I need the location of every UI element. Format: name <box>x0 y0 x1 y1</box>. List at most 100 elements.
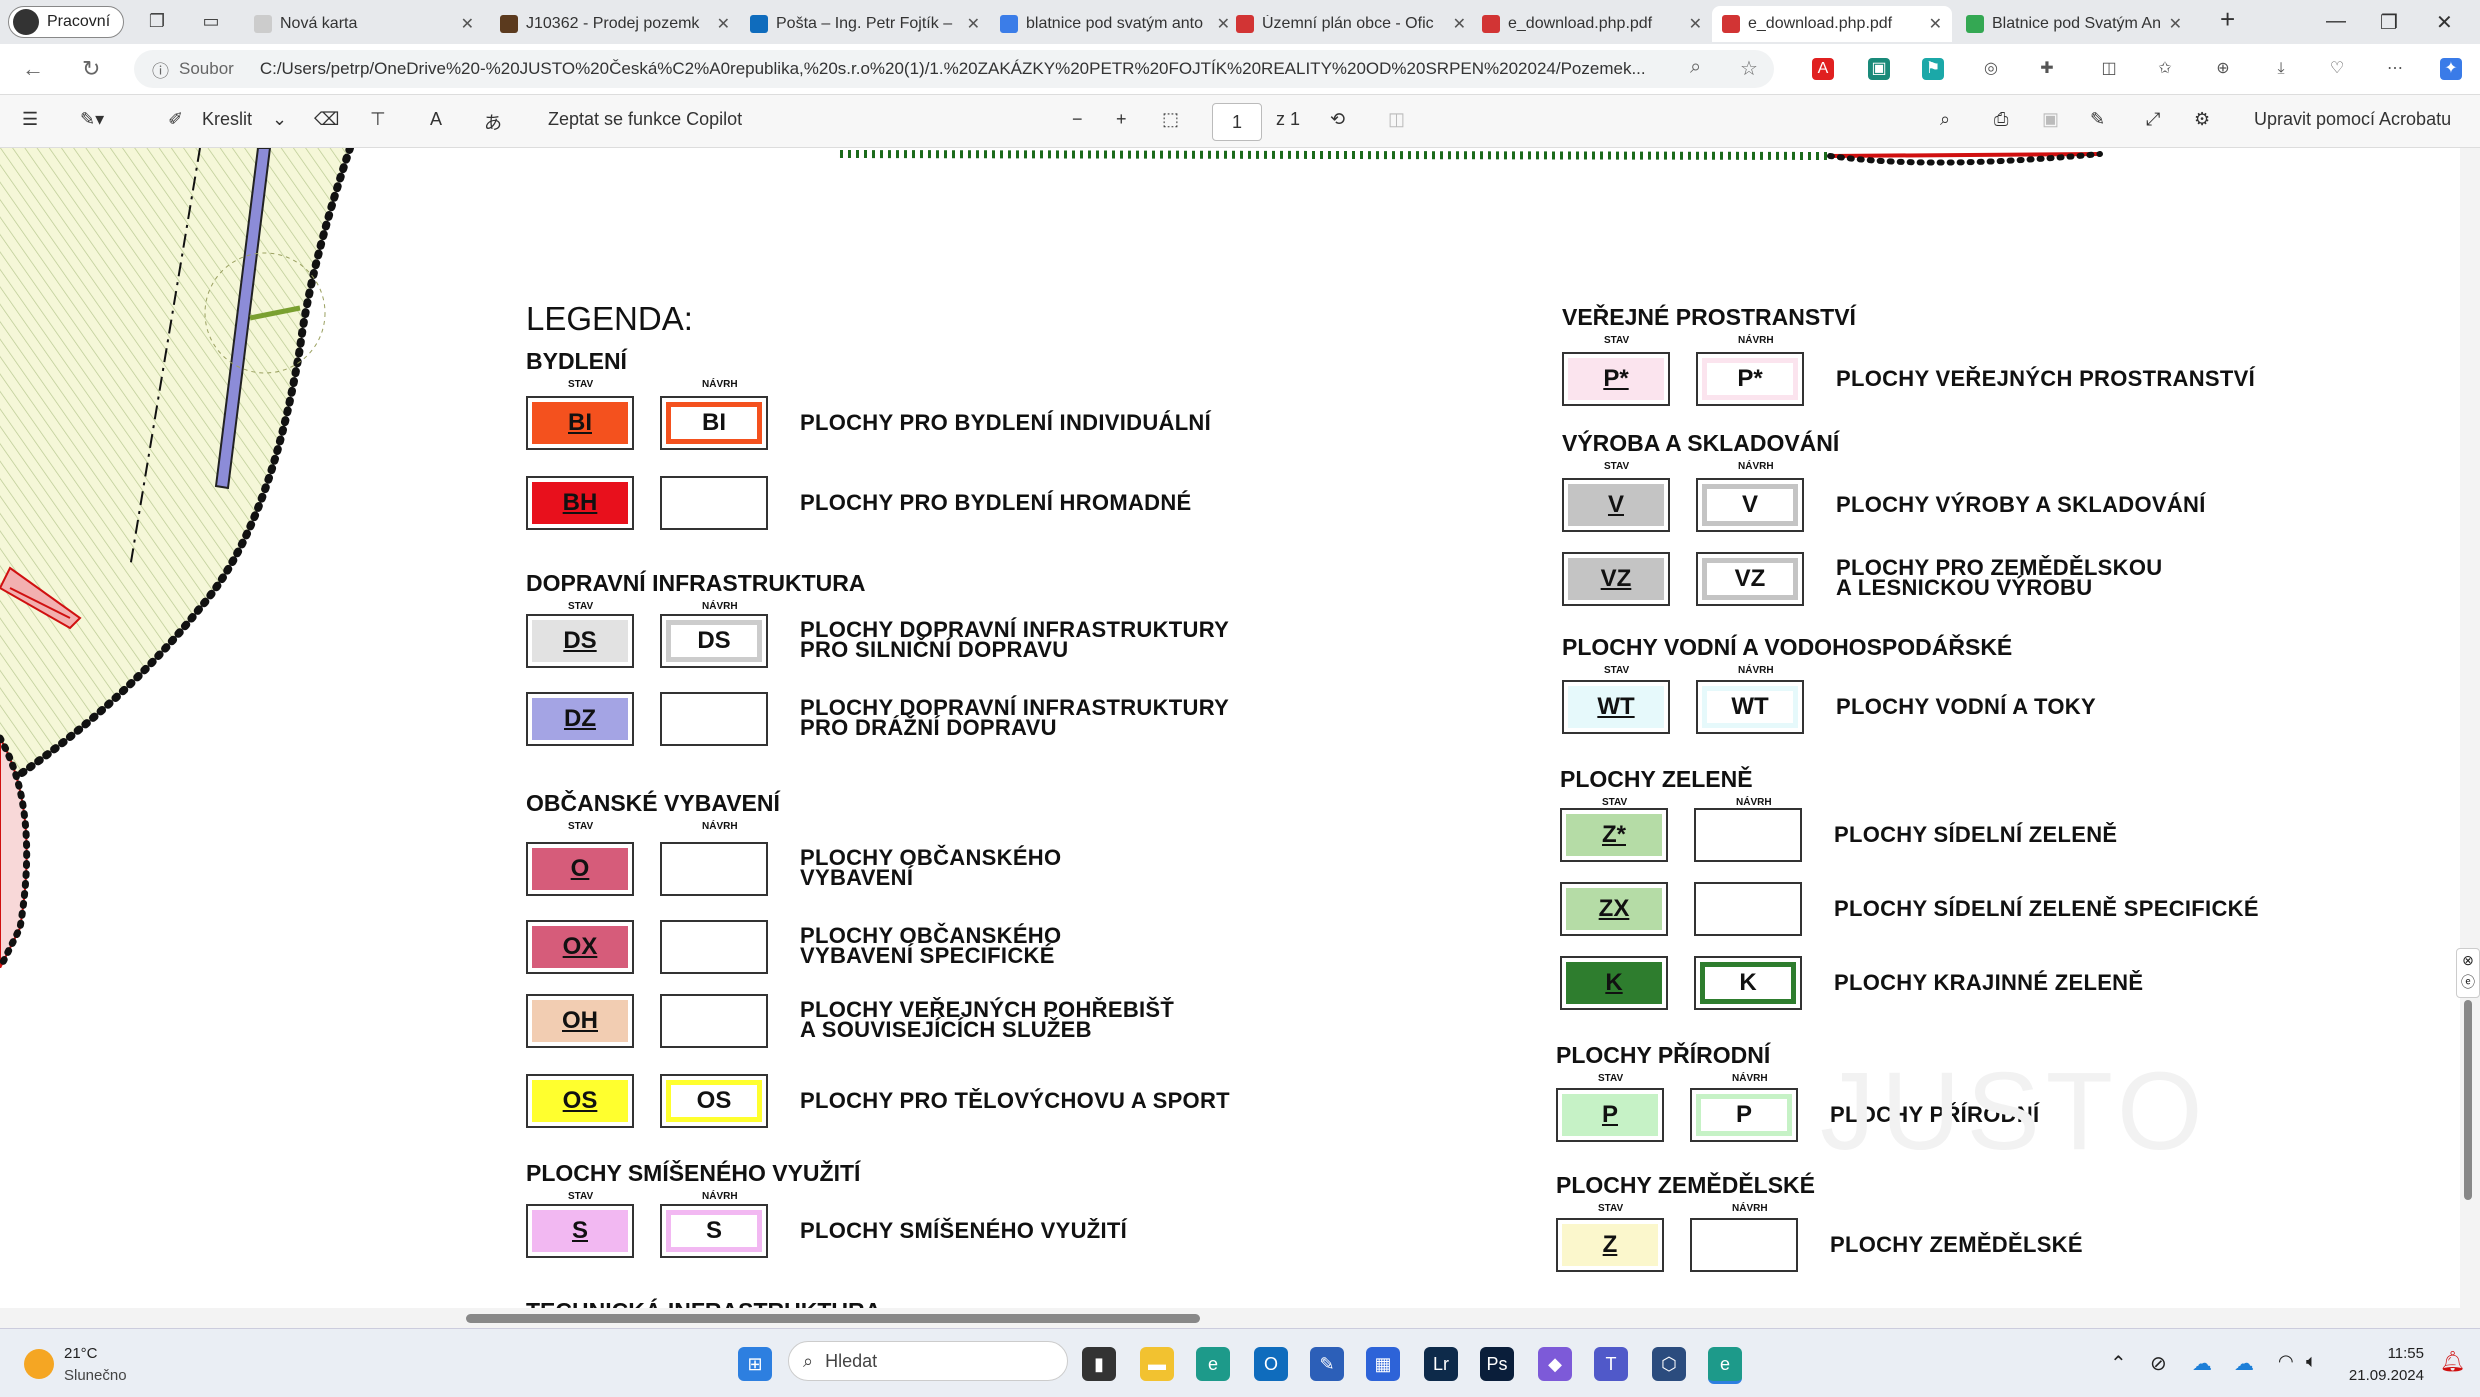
wifi-icon[interactable]: ◠ <box>2278 1351 2294 1372</box>
tab-favicon-icon <box>1000 15 1018 33</box>
read-aloud-icon[interactable]: A <box>430 109 442 130</box>
volume-icon[interactable]: 🔈︎ <box>2306 1351 2317 1372</box>
close-tab-icon[interactable]: ✕ <box>1689 14 1702 34</box>
back-icon[interactable]: ← <box>22 56 44 82</box>
address-input[interactable]: ⓘ Soubor C:/Users/petrp/OneDrive%20-%20J… <box>134 50 1774 88</box>
show-hidden-icons-icon[interactable]: ⌃ <box>2110 1351 2127 1376</box>
onedrive-icon[interactable]: ☁ <box>2192 1351 2212 1376</box>
restore-icon[interactable]: ❐ <box>2380 10 2398 35</box>
page-view-icon[interactable]: ◫ <box>1388 109 1405 130</box>
split-screen-icon[interactable]: ◫ <box>2098 58 2120 80</box>
chevron-down-icon[interactable]: ⌄ <box>272 109 287 130</box>
copilot-ask-button[interactable]: Zeptat se funkce Copilot <box>548 109 742 130</box>
app-tray-icon[interactable]: ⊘ <box>2150 1351 2167 1376</box>
teams-icon[interactable]: T <box>1594 1347 1628 1381</box>
extension-icon[interactable]: ▣ <box>1868 58 1890 80</box>
app-icon[interactable]: ⬡ <box>1652 1347 1686 1381</box>
browser-tab[interactable]: Nová karta ✕ <box>244 6 484 42</box>
browser-essentials-icon[interactable]: ♡ <box>2326 58 2348 80</box>
browser-tab[interactable]: blatnice pod svatým anto ✕ <box>990 6 1240 42</box>
weather-sun-icon[interactable] <box>24 1349 54 1379</box>
photoshop-icon[interactable]: Ps <box>1480 1347 1514 1381</box>
favorite-star-icon[interactable]: ☆ <box>1740 56 1758 81</box>
weather-desc[interactable]: Slunečno <box>64 1367 127 1384</box>
task-view-icon[interactable]: ▮ <box>1082 1347 1116 1381</box>
info-icon[interactable]: ⓘ <box>152 57 169 82</box>
eraser-icon[interactable]: ⌫ <box>314 109 339 130</box>
copilot-app-icon[interactable]: ◆ <box>1538 1347 1572 1381</box>
browser-tab[interactable]: e_download.php.pdf ✕ <box>1472 6 1712 42</box>
fit-page-icon[interactable]: ⬚ <box>1162 109 1179 130</box>
close-tab-icon[interactable]: ✕ <box>1929 14 1942 34</box>
swatch-code: S <box>705 1217 722 1244</box>
fullscreen-icon[interactable]: ⤢ <box>2146 109 2160 130</box>
onedrive-icon[interactable]: ☁ <box>2234 1351 2254 1376</box>
settings-gear-icon[interactable]: ⚙ <box>2194 109 2210 130</box>
label-line: VYBAVENÍ SPECIFICKÉ <box>800 943 1055 968</box>
draw-button[interactable]: Kreslit <box>202 109 252 130</box>
more-menu-icon[interactable]: ⋯ <box>2384 58 2406 80</box>
browser-tab[interactable]: Pošta – Ing. Petr Fojtík – ✕ <box>740 6 990 42</box>
close-window-icon[interactable]: ✕ <box>2436 10 2453 35</box>
vertical-scroll-thumb[interactable] <box>2464 1000 2472 1200</box>
extension-icon[interactable]: ⚑ <box>1922 58 1944 80</box>
new-tab-button[interactable]: + <box>2220 4 2235 35</box>
search-icon[interactable]: ⌕ <box>1940 109 1950 130</box>
translate-icon[interactable]: あ <box>484 109 502 135</box>
print-icon[interactable]: ⎙ <box>1994 109 2008 130</box>
collections-icon[interactable]: ⊕ <box>2212 58 2234 80</box>
zoom-out-icon[interactable]: − <box>1072 109 1083 130</box>
close-tab-icon[interactable]: ✕ <box>461 14 474 34</box>
zoom-icon[interactable]: ⌕ <box>1690 56 1701 79</box>
favorites-icon[interactable]: ✩ <box>2154 58 2176 80</box>
navrh-caption: NÁVRH <box>702 601 738 612</box>
edit-with-acrobat-button[interactable]: Upravit pomocí Acrobatu <box>2254 109 2451 130</box>
close-tab-icon[interactable]: ✕ <box>2169 14 2182 34</box>
clock-time[interactable]: 11:55 <box>2360 1345 2424 1362</box>
start-windows-icon[interactable]: ⊞ <box>738 1347 772 1381</box>
highlight-icon[interactable]: ✎▾ <box>80 109 104 130</box>
page-number-input[interactable]: 1 <box>1212 103 1262 141</box>
workspaces-icon[interactable]: ❐ <box>146 10 168 32</box>
whiteboard-icon[interactable]: ✎ <box>1310 1347 1344 1381</box>
contents-icon[interactable]: ☰ <box>22 109 38 130</box>
minimize-icon[interactable]: — <box>2326 10 2346 33</box>
sidebar-toggle-icon[interactable]: ⊗ ⓔ <box>2456 948 2480 998</box>
reload-icon[interactable]: ↻ <box>82 56 100 82</box>
swatch-code: BH <box>562 489 598 516</box>
profile-workspace-button[interactable]: Pracovní <box>8 6 124 38</box>
outlook-icon[interactable]: O <box>1254 1347 1288 1381</box>
copilot-icon[interactable]: ✦ <box>2440 58 2462 80</box>
clock-date[interactable]: 21.09.2024 <box>2332 1367 2424 1384</box>
browser-tab[interactable]: e_download.php.pdf ✕ <box>1712 6 1952 42</box>
tab-actions-icon[interactable]: ▭ <box>200 10 222 32</box>
taskbar-search-input[interactable]: ⌕ Hledat <box>788 1341 1068 1381</box>
browser-tab[interactable]: Blatnice pod Svatým An ✕ <box>1956 6 2192 42</box>
browser-tab[interactable]: Územní plán obce - Ofic ✕ <box>1226 6 1476 42</box>
weather-temp[interactable]: 21°C <box>64 1345 98 1362</box>
close-tab-icon[interactable]: ✕ <box>1453 14 1466 34</box>
save-icon[interactable]: ▣ <box>2042 109 2059 130</box>
rotate-icon[interactable]: ⟲ <box>1330 109 1345 130</box>
close-tab-icon[interactable]: ✕ <box>967 14 980 34</box>
extensions-puzzle-icon[interactable]: ✚ <box>2036 58 2058 80</box>
lightroom-icon[interactable]: Lr <box>1424 1347 1458 1381</box>
browser-tab[interactable]: J10362 - Prodej pozemk ✕ <box>490 6 740 42</box>
downloads-icon[interactable]: ⤓ <box>2270 58 2292 80</box>
acrobat-extension-icon[interactable]: A <box>1812 58 1834 80</box>
zoom-in-icon[interactable]: + <box>1116 109 1127 130</box>
file-explorer-icon[interactable]: ▬ <box>1140 1347 1174 1381</box>
edge-icon[interactable]: e <box>1196 1347 1230 1381</box>
edge-active-icon[interactable]: e <box>1708 1347 1742 1384</box>
draw-icon[interactable]: ✐ <box>168 109 183 130</box>
horizontal-scroll-thumb[interactable] <box>466 1314 1200 1323</box>
text-box-icon[interactable]: ⊤ <box>370 109 386 130</box>
store-icon[interactable]: ▦ <box>1366 1347 1400 1381</box>
save-as-icon[interactable]: ✎ <box>2090 109 2105 130</box>
extension-icon[interactable]: ◎ <box>1980 58 2002 80</box>
close-tab-icon[interactable]: ✕ <box>717 14 730 34</box>
horizontal-scrollbar[interactable] <box>0 1308 2460 1328</box>
legend-section-heading: DOPRAVNÍ INFRASTRUKTURA <box>526 570 866 596</box>
notification-bell-icon[interactable]: 🔔︎ <box>2440 1349 2465 1374</box>
stav-caption: STAV <box>1604 665 1630 676</box>
